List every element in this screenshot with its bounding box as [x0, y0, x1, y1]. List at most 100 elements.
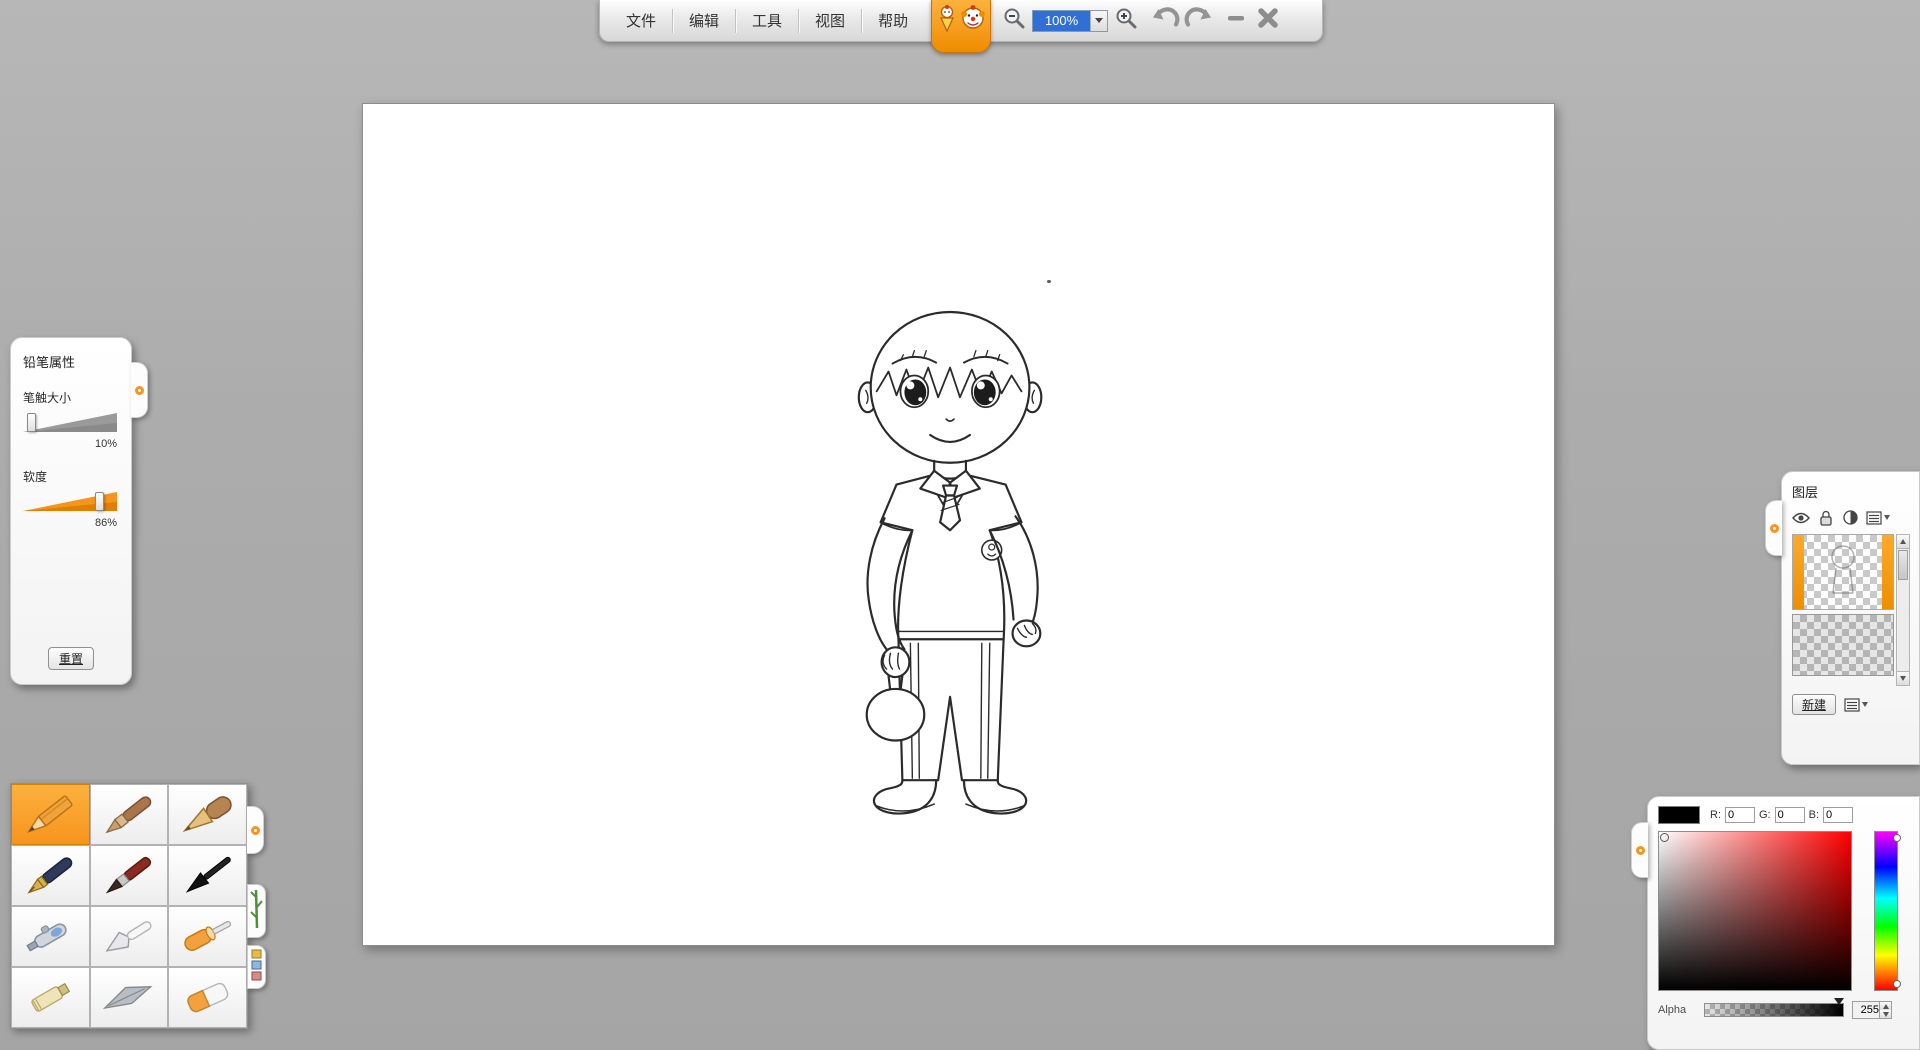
lock-icon [1817, 509, 1835, 526]
brush-size-value: 10% [23, 438, 117, 450]
zoom-out-button[interactable] [998, 4, 1030, 38]
list-icon [1844, 698, 1860, 712]
menu-edit[interactable]: 编辑 [673, 0, 735, 41]
tool-gold-brush[interactable] [168, 784, 247, 845]
app-background: 文件 编辑 工具 视图 帮助 [0, 0, 1920, 1050]
pencil-panel-title: 铅笔属性 [23, 352, 119, 371]
hue-slider[interactable] [1874, 831, 1898, 991]
layer-lock-button[interactable] [1817, 509, 1835, 526]
eye-icon [1792, 512, 1810, 524]
menu-tools[interactable]: 工具 [736, 0, 798, 41]
panel-tab-icon [1770, 524, 1779, 533]
alpha-slider[interactable] [1704, 1003, 1844, 1017]
tool-metal-quill[interactable] [90, 967, 169, 1028]
scroll-up-button[interactable] [1897, 535, 1909, 549]
zoom-level-value[interactable]: 100% [1033, 11, 1090, 31]
tool-wooden-brush[interactable] [90, 784, 169, 845]
layer-item-below[interactable] [1792, 614, 1894, 676]
tool-ink-brush[interactable] [168, 845, 247, 906]
layers-panel-collapse-tab[interactable] [1765, 500, 1782, 556]
hue-knob-top[interactable] [1893, 834, 1901, 842]
chevron-up-icon [1900, 539, 1906, 544]
red-label: R: [1710, 809, 1721, 821]
close-button[interactable] [1252, 4, 1284, 38]
brush-size-handle[interactable] [27, 413, 36, 432]
mascot-zone [924, 0, 998, 41]
tool-pencil[interactable] [11, 784, 90, 845]
chevron-down-icon [1900, 676, 1906, 681]
red-input[interactable] [1725, 807, 1755, 823]
tool-palette-collapse-tab[interactable] [247, 806, 264, 854]
layer-item-current[interactable] [1792, 534, 1894, 610]
blue-input[interactable] [1823, 807, 1853, 823]
canvas-drawing-boy [833, 280, 1081, 836]
mascot-clown-tab[interactable] [931, 0, 991, 53]
layer-options-button[interactable] [1866, 511, 1890, 525]
brush-size-track[interactable] [23, 411, 117, 433]
zoom-in-button[interactable] [1110, 4, 1142, 38]
zoom-out-icon [1002, 6, 1026, 35]
green-input[interactable] [1775, 807, 1805, 823]
menu-view[interactable]: 视图 [799, 0, 861, 41]
green-label: G: [1759, 809, 1771, 821]
menu-help[interactable]: 帮助 [862, 0, 924, 41]
layer-list-scrollbar[interactable] [1896, 534, 1910, 686]
brush-size-slider[interactable] [23, 410, 117, 436]
stamp-brushes-button[interactable] [247, 945, 266, 989]
pencil-panel-collapse-tab[interactable] [131, 362, 148, 418]
layer-visibility-button[interactable] [1792, 512, 1810, 524]
tool-paint-roller[interactable] [168, 906, 247, 967]
layer-thumbnail-sketch [1793, 535, 1893, 609]
spinner-down-button[interactable] [1880, 1010, 1891, 1018]
scrollbar-thumb[interactable] [1898, 550, 1908, 580]
alpha-slider-pointer[interactable] [1834, 998, 1844, 1005]
layer-opacity-button[interactable] [1842, 509, 1859, 526]
redo-button[interactable] [1182, 4, 1214, 38]
list-icon [1866, 511, 1882, 525]
saturation-value-picker[interactable] [1658, 831, 1852, 991]
alpha-spinner[interactable] [1879, 1002, 1891, 1018]
clown-figure-icon [936, 4, 958, 39]
blue-label: B: [1809, 809, 1819, 821]
minimize-button[interactable] [1220, 4, 1252, 38]
chevron-down-icon [1884, 515, 1890, 520]
tool-fountain-pen[interactable] [11, 845, 90, 906]
minimize-icon [1223, 5, 1249, 36]
nature-brushes-button[interactable] [247, 884, 266, 938]
tool-eraser[interactable] [168, 967, 247, 1028]
tool-palette-knife[interactable] [90, 906, 169, 967]
main-toolbar: 文件 编辑 工具 视图 帮助 [599, 0, 1323, 42]
chevron-down-icon [1862, 702, 1868, 707]
drawing-canvas[interactable] [362, 103, 1555, 946]
undo-button[interactable] [1150, 4, 1182, 38]
contrast-icon [1842, 509, 1859, 526]
zoom-level-combo[interactable]: 100% [1032, 10, 1108, 32]
sv-picker-cursor[interactable] [1660, 833, 1669, 842]
reset-button[interactable]: 重置 [48, 647, 94, 670]
layers-panel-title: 图层 [1792, 482, 1919, 501]
panel-tab-icon [251, 826, 260, 835]
brush-size-label: 笔触大小 [23, 389, 119, 406]
current-color-swatch[interactable] [1658, 806, 1700, 824]
layer-list [1792, 534, 1910, 686]
alpha-value-input[interactable] [1853, 1002, 1879, 1018]
zoom-in-icon [1114, 6, 1138, 35]
softness-slider[interactable] [23, 489, 117, 515]
menu-file[interactable]: 文件 [610, 0, 672, 41]
new-layer-button[interactable]: 新建 [1792, 694, 1836, 715]
tool-airbrush[interactable] [11, 906, 90, 967]
zoom-dropdown-button[interactable] [1090, 11, 1107, 31]
softness-handle[interactable] [95, 492, 104, 511]
softness-value: 86% [23, 517, 117, 529]
hue-knob-bottom[interactable] [1893, 980, 1901, 988]
alpha-label: Alpha [1658, 1004, 1696, 1016]
tool-red-brush[interactable] [90, 845, 169, 906]
tool-paint-tube[interactable] [11, 967, 90, 1028]
layer-menu-button[interactable] [1844, 698, 1868, 712]
pencil-properties-panel: 铅笔属性 笔触大小 10% 软度 86% 重置 [10, 337, 132, 685]
scroll-down-button[interactable] [1897, 671, 1909, 685]
panel-tab-icon [1636, 846, 1645, 855]
spinner-up-button[interactable] [1880, 1002, 1891, 1010]
layers-panel: 图层 [1781, 471, 1920, 765]
color-panel-collapse-tab[interactable] [1631, 822, 1648, 878]
